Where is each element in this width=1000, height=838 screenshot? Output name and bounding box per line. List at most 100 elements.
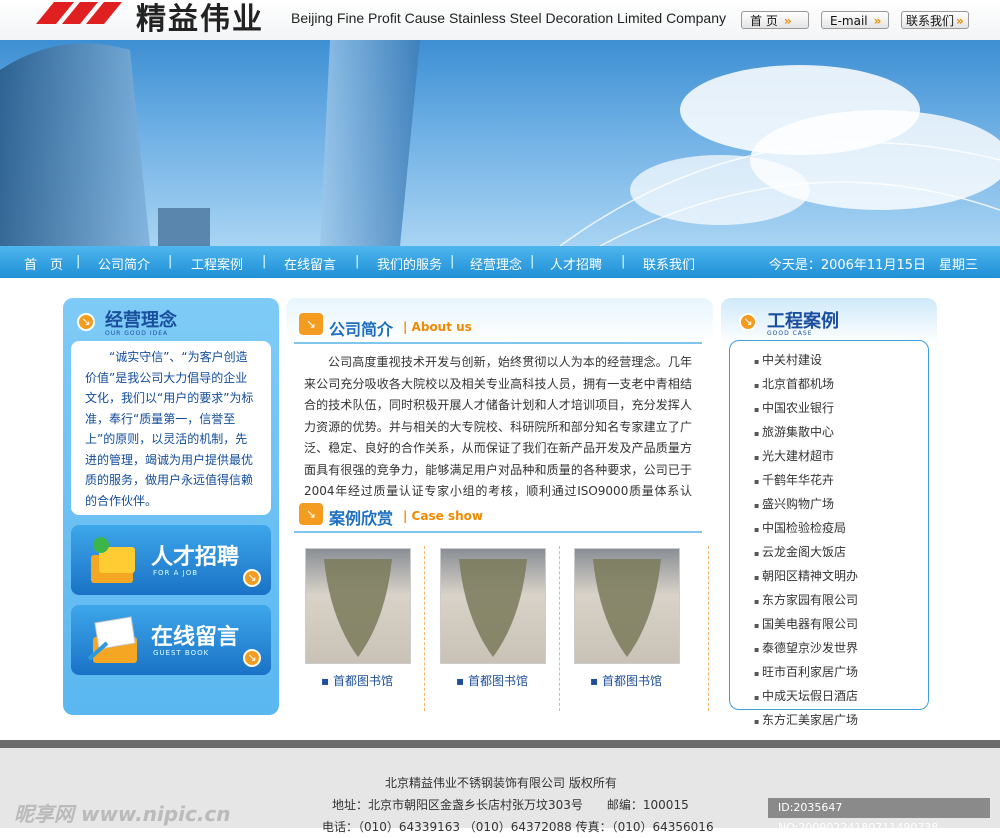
nav-separator: | bbox=[168, 254, 173, 269]
nav-separator: | bbox=[262, 254, 267, 269]
nav-jobs[interactable]: 人才招聘 bbox=[550, 254, 602, 273]
header: 精益伟业 Beijing Fine Profit Cause Stainless… bbox=[0, 0, 1000, 40]
nav-services[interactable]: 我们的服务 bbox=[377, 254, 442, 273]
about-title: 公司简介 bbox=[329, 320, 394, 339]
guestbook-promo-title: 在线留言 bbox=[151, 625, 240, 650]
philosophy-subtitle: OUR GOOD IDEA bbox=[105, 330, 169, 337]
center-content: ↘ 公司简介 | About us 公司高度重视技术开发与创新，始终贯彻以人为本… bbox=[286, 298, 713, 713]
project-item[interactable]: 国美电器有限公司 bbox=[754, 613, 858, 637]
nav-separator: | bbox=[530, 254, 535, 269]
double-chevron-icon: » bbox=[956, 14, 964, 28]
nav-separator: | bbox=[450, 254, 455, 269]
project-item[interactable]: 旅游集散中心 bbox=[754, 421, 858, 445]
nav-contact[interactable]: 联系我们 bbox=[643, 254, 695, 273]
nav-guestbook[interactable]: 在线留言 bbox=[284, 254, 336, 273]
banner-illustration bbox=[0, 40, 1000, 246]
nav-separator: | bbox=[355, 254, 360, 269]
nav-about[interactable]: 公司简介 bbox=[98, 254, 150, 273]
arrow-circle-icon: ↘ bbox=[243, 649, 261, 667]
philosophy-text: “诚实守信”、“为客户创造价值”是我公司大力倡导的企业文化，我们以“用户的要求”… bbox=[85, 350, 254, 508]
arrow-circle-icon: ↘ bbox=[77, 313, 95, 331]
nav-projects[interactable]: 工程案例 bbox=[191, 254, 243, 273]
case-header: ↘ 案例欣赏 | Case show bbox=[286, 498, 713, 542]
dashed-divider bbox=[708, 546, 709, 711]
nav-separator: | bbox=[621, 254, 626, 269]
projects-list-box: 中关村建设 北京首都机场 中国农业银行 旅游集散中心 光大建材超市 千鹤年华花卉… bbox=[729, 340, 929, 727]
case-photo[interactable] bbox=[305, 548, 411, 664]
home-button[interactable]: 首 页 » bbox=[741, 11, 809, 29]
arrow-circle-icon: ↘ bbox=[739, 313, 757, 331]
jobs-promo-banner[interactable]: 人才招聘 FOR A JOB ↘ bbox=[71, 525, 271, 595]
case-title: 案例欣赏 bbox=[329, 509, 394, 528]
case-title-en: | Case show bbox=[403, 509, 483, 523]
projects-subtitle: GOOD CASE bbox=[767, 330, 813, 337]
philosophy-panel: ↘ 经营理念 OUR GOOD IDEA “诚实守信”、“为客户创造价值”是我公… bbox=[63, 298, 279, 715]
home-button-label: 首 页 bbox=[750, 14, 778, 28]
arrow-square-icon: ↘ bbox=[299, 503, 323, 525]
project-item[interactable]: 云龙金阁大饭店 bbox=[754, 541, 858, 565]
nav-home[interactable]: 首 页 bbox=[24, 254, 63, 273]
section-divider bbox=[294, 342, 702, 344]
nipic-watermark: 昵享网 www.nipic.cn bbox=[14, 802, 231, 826]
guestbook-promo-subtitle: GUEST BOOK bbox=[153, 649, 210, 657]
projects-header: ↘ 工程案例 GOOD CASE bbox=[721, 298, 937, 344]
library-chandelier-image bbox=[459, 559, 527, 657]
case-photo[interactable] bbox=[574, 548, 680, 664]
jobs-promo-title: 人才招聘 bbox=[151, 545, 240, 570]
project-item[interactable]: 盛兴购物广场 bbox=[754, 493, 858, 517]
main-nav: 首 页 | 公司简介 | 工程案例 | 在线留言 | 我们的服务 | 经营理念 … bbox=[0, 246, 1000, 278]
project-item[interactable]: 中成天坛假日酒店 bbox=[754, 685, 858, 709]
footer-copyright: 北京精益伟业不锈钢装饰有限公司 版权所有 bbox=[385, 776, 617, 790]
guestbook-promo-banner[interactable]: 在线留言 GUEST BOOK ↘ bbox=[71, 605, 271, 675]
double-chevron-icon: » bbox=[783, 14, 792, 28]
case-caption[interactable]: ▪ 首都图书馆 bbox=[590, 672, 662, 689]
footer-divider bbox=[0, 740, 1000, 748]
case-caption[interactable]: ▪ 首都图书馆 bbox=[321, 672, 393, 689]
library-chandelier-image bbox=[324, 559, 392, 657]
contact-button-label: 联系我们 bbox=[906, 14, 955, 28]
about-header: ↘ 公司简介 | About us bbox=[286, 298, 713, 342]
project-item[interactable]: 中国检验检疫局 bbox=[754, 517, 858, 541]
nav-separator: | bbox=[76, 254, 81, 269]
project-item[interactable]: 泰德望京沙发世界 bbox=[754, 637, 858, 661]
about-title-en: | About us bbox=[403, 320, 472, 334]
footer-address: 地址：北京市朝阳区金盏乡长店村张万坟303号 邮编：100015 bbox=[332, 798, 689, 812]
nav-philosophy[interactable]: 经营理念 bbox=[470, 254, 522, 273]
email-button-label: E-mail bbox=[830, 14, 868, 28]
case-photo[interactable] bbox=[440, 548, 546, 664]
arrow-square-icon: ↘ bbox=[299, 313, 323, 335]
image-id-label: ID:2035647 NO:20090224180711490738 bbox=[768, 798, 990, 834]
project-item[interactable]: 千鹤年华花卉 bbox=[754, 469, 858, 493]
project-item[interactable]: 中国农业银行 bbox=[754, 397, 858, 421]
case-item[interactable]: ▪ 首都图书馆 bbox=[440, 548, 548, 688]
project-item[interactable]: 东方汇美家居广场 bbox=[754, 709, 858, 733]
company-english-name: Beijing Fine Profit Cause Stainless Stee… bbox=[291, 10, 726, 26]
philosophy-title: 经营理念 bbox=[105, 310, 177, 331]
arrow-circle-icon: ↘ bbox=[243, 569, 261, 587]
case-caption[interactable]: ▪ 首都图书馆 bbox=[456, 672, 528, 689]
projects-list: 中关村建设 北京首都机场 中国农业银行 旅游集散中心 光大建材超市 千鹤年华花卉… bbox=[754, 349, 858, 733]
company-logo-icon bbox=[36, 2, 122, 24]
project-item[interactable]: 中关村建设 bbox=[754, 349, 858, 373]
email-button[interactable]: E-mail » bbox=[821, 11, 889, 29]
section-divider bbox=[294, 531, 702, 533]
project-item[interactable]: 东方家园有限公司 bbox=[754, 589, 858, 613]
project-item[interactable]: 旺市百利家居广场 bbox=[754, 661, 858, 685]
case-item[interactable]: ▪ 首都图书馆 bbox=[574, 548, 682, 688]
hero-banner bbox=[0, 40, 1000, 246]
footer-phone: 电话：（010）64339163 （010）64372088 传真：（010）6… bbox=[322, 820, 714, 834]
project-item[interactable]: 朝阳区精神文明办 bbox=[754, 565, 858, 589]
case-item[interactable]: ▪ 首都图书馆 bbox=[305, 548, 413, 688]
project-item[interactable]: 北京首都机场 bbox=[754, 373, 858, 397]
jobs-promo-subtitle: FOR A JOB bbox=[153, 569, 199, 577]
logo-text: 精益伟业 bbox=[136, 2, 264, 37]
philosophy-box: “诚实守信”、“为客户创造价值”是我公司大力倡导的企业文化，我们以“用户的要求”… bbox=[71, 341, 271, 515]
double-chevron-icon: » bbox=[873, 14, 882, 28]
current-date: 今天是：2006年11月15日 星期三 bbox=[768, 258, 978, 273]
contact-button[interactable]: 联系我们» bbox=[901, 11, 969, 29]
dashed-divider bbox=[424, 546, 425, 711]
library-chandelier-image bbox=[593, 559, 661, 657]
project-item[interactable]: 光大建材超市 bbox=[754, 445, 858, 469]
dashed-divider bbox=[559, 546, 560, 711]
documents-icon bbox=[87, 616, 137, 663]
